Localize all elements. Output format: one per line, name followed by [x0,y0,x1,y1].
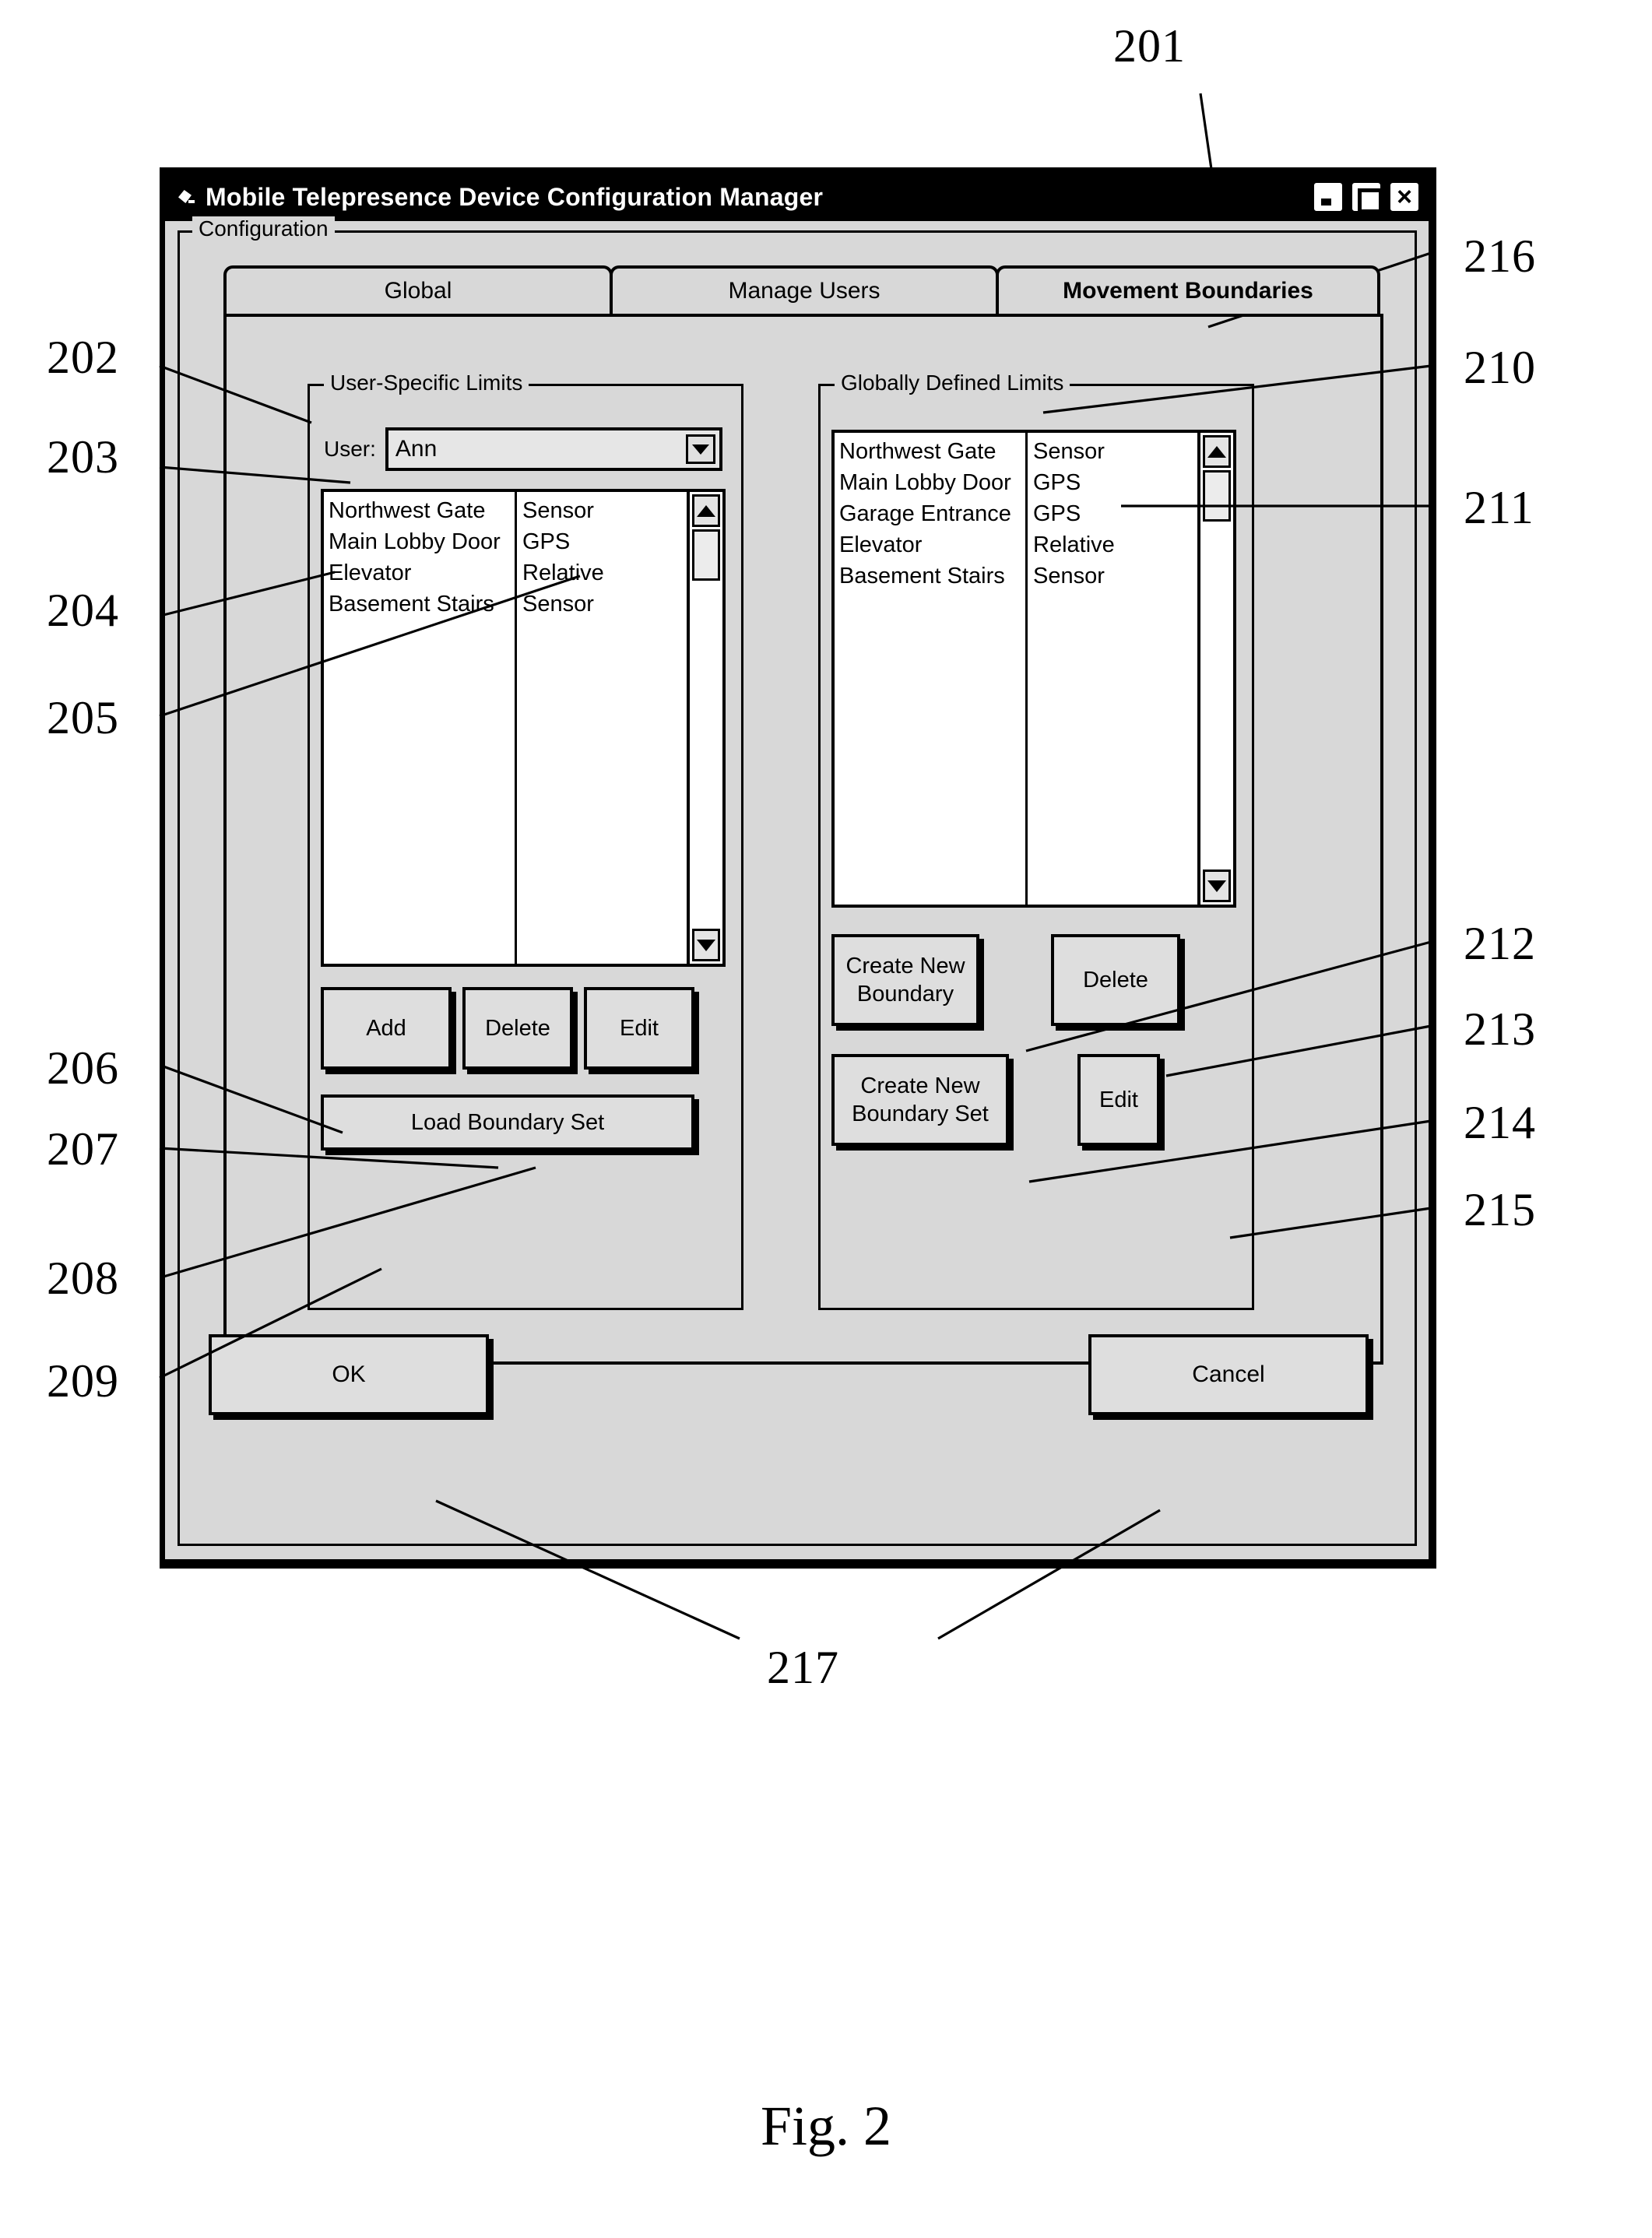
callout-208: 208 [47,1253,119,1304]
callout-212: 212 [1464,918,1536,969]
list-item-type[interactable]: GPS [1033,467,1197,498]
callout-204: 204 [47,585,119,636]
tab-global[interactable]: Global [223,265,613,314]
globally-defined-limits-legend: Globally Defined Limits [835,371,1070,395]
scroll-down-icon[interactable] [1203,870,1231,902]
global-delete-label: Delete [1083,968,1148,993]
configuration-group-legend: Configuration [192,216,335,241]
scrollbar-thumb[interactable] [692,529,720,581]
callout-216: 216 [1464,230,1536,282]
list-item-type[interactable]: Sensor [522,588,687,620]
scroll-up-icon[interactable] [1203,435,1231,468]
callout-213: 213 [1464,1003,1536,1055]
callout-203: 203 [47,431,119,483]
list-item[interactable]: Basement Stairs [839,560,1025,592]
close-button[interactable]: × [1388,181,1421,213]
callout-211: 211 [1464,482,1534,533]
user-list-name-column: Northwest Gate Main Lobby Door Elevator … [324,492,517,964]
user-label: User: [324,437,376,461]
tab-manage-users-label: Manage Users [728,278,880,304]
ok-button[interactable]: OK [209,1334,489,1415]
list-item-type[interactable]: Sensor [1033,436,1197,467]
callout-215: 215 [1464,1184,1536,1235]
callout-206: 206 [47,1042,119,1094]
tab-manage-users[interactable]: Manage Users [610,265,999,314]
global-list-type-column: Sensor GPS GPS Relative Sensor [1028,433,1197,905]
load-boundary-set-label: Load Boundary Set [410,1110,605,1135]
delete-button[interactable]: Delete [462,987,573,1070]
callout-214: 214 [1464,1097,1536,1148]
load-boundary-set-button[interactable]: Load Boundary Set [321,1094,694,1151]
cancel-button-label: Cancel [1192,1361,1265,1387]
list-item[interactable]: Northwest Gate [839,436,1025,467]
minimize-button[interactable] [1312,181,1344,213]
list-item-type[interactable]: GPS [522,526,687,557]
list-item[interactable]: Main Lobby Door [329,526,515,557]
global-list-scrollbar[interactable] [1197,433,1233,905]
list-item-type[interactable]: Sensor [1033,560,1197,592]
ok-button-label: OK [332,1361,366,1387]
callout-205: 205 [47,692,119,743]
scroll-down-icon[interactable] [692,929,720,961]
list-item[interactable]: Elevator [839,529,1025,560]
scroll-up-icon[interactable] [692,494,720,527]
list-item[interactable]: Basement Stairs [329,588,515,620]
tab-strip: Global Manage Users Movement Boundaries [223,265,1383,314]
callout-210: 210 [1464,342,1536,393]
edit-button-label: Edit [620,1016,659,1041]
user-dropdown-value: Ann [395,436,438,462]
callout-217: 217 [767,1642,839,1693]
create-new-boundary-label: Create New Boundary [845,954,965,1007]
user-specific-limits-legend: User-Specific Limits [324,371,529,395]
title-bar[interactable]: Mobile Telepresence Device Configuration… [165,173,1429,221]
list-item[interactable]: Elevator [329,557,515,588]
window-title: Mobile Telepresence Device Configuration… [206,182,824,211]
list-item-type[interactable]: Relative [522,557,687,588]
tab-global-label: Global [384,278,452,304]
delete-button-label: Delete [485,1016,550,1041]
user-specific-limits-group: User-Specific Limits User: Ann Northwest… [308,371,743,1310]
create-new-boundary-set-label: Create New Boundary Set [852,1073,989,1126]
create-new-boundary-set-button[interactable]: Create New Boundary Set [831,1054,1009,1146]
close-icon: × [1397,182,1412,212]
user-list-scrollbar[interactable] [687,492,722,964]
global-edit-label: Edit [1099,1087,1138,1112]
chevron-down-icon[interactable] [686,434,715,464]
maximize-button[interactable] [1350,181,1383,213]
list-item[interactable]: Northwest Gate [329,495,515,526]
user-list-type-column: Sensor GPS Relative Sensor [517,492,687,964]
tab-panel-movement-boundaries: User-Specific Limits User: Ann Northwest… [223,314,1383,1365]
scrollbar-track[interactable] [1203,470,1231,867]
scrollbar-track[interactable] [692,529,720,926]
user-specific-limits-list[interactable]: Northwest Gate Main Lobby Door Elevator … [321,489,726,967]
add-button[interactable]: Add [321,987,452,1070]
list-item[interactable]: Main Lobby Door [839,467,1025,498]
user-selector-row: User: Ann [324,427,722,472]
list-item-type[interactable]: GPS [1033,498,1197,529]
window-controls: × [1312,181,1421,213]
globally-defined-limits-group: Globally Defined Limits Northwest Gate M… [818,371,1254,1310]
callout-201: 201 [1113,20,1186,72]
list-item-type[interactable]: Sensor [522,495,687,526]
tab-movement-boundaries-label: Movement Boundaries [1063,278,1313,304]
tab-movement-boundaries[interactable]: Movement Boundaries [996,265,1380,314]
application-icon [176,187,196,207]
global-edit-button[interactable]: Edit [1077,1054,1160,1146]
global-delete-button[interactable]: Delete [1051,934,1180,1026]
figure-caption: Fig. 2 [760,2095,892,2157]
list-item-type[interactable]: Relative [1033,529,1197,560]
callout-207: 207 [47,1123,119,1175]
list-item[interactable]: Garage Entrance [839,498,1025,529]
scrollbar-thumb[interactable] [1203,470,1231,522]
callout-202: 202 [47,332,119,383]
user-dropdown[interactable]: Ann [385,427,722,471]
create-new-boundary-button[interactable]: Create New Boundary [831,934,979,1026]
application-window: Mobile Telepresence Device Configuration… [160,167,1436,1569]
add-button-label: Add [366,1016,406,1041]
global-list-name-column: Northwest Gate Main Lobby Door Garage En… [835,433,1028,905]
edit-button[interactable]: Edit [584,987,694,1070]
callout-209: 209 [47,1355,119,1407]
cancel-button[interactable]: Cancel [1088,1334,1369,1415]
globally-defined-limits-list[interactable]: Northwest Gate Main Lobby Door Garage En… [831,430,1236,908]
